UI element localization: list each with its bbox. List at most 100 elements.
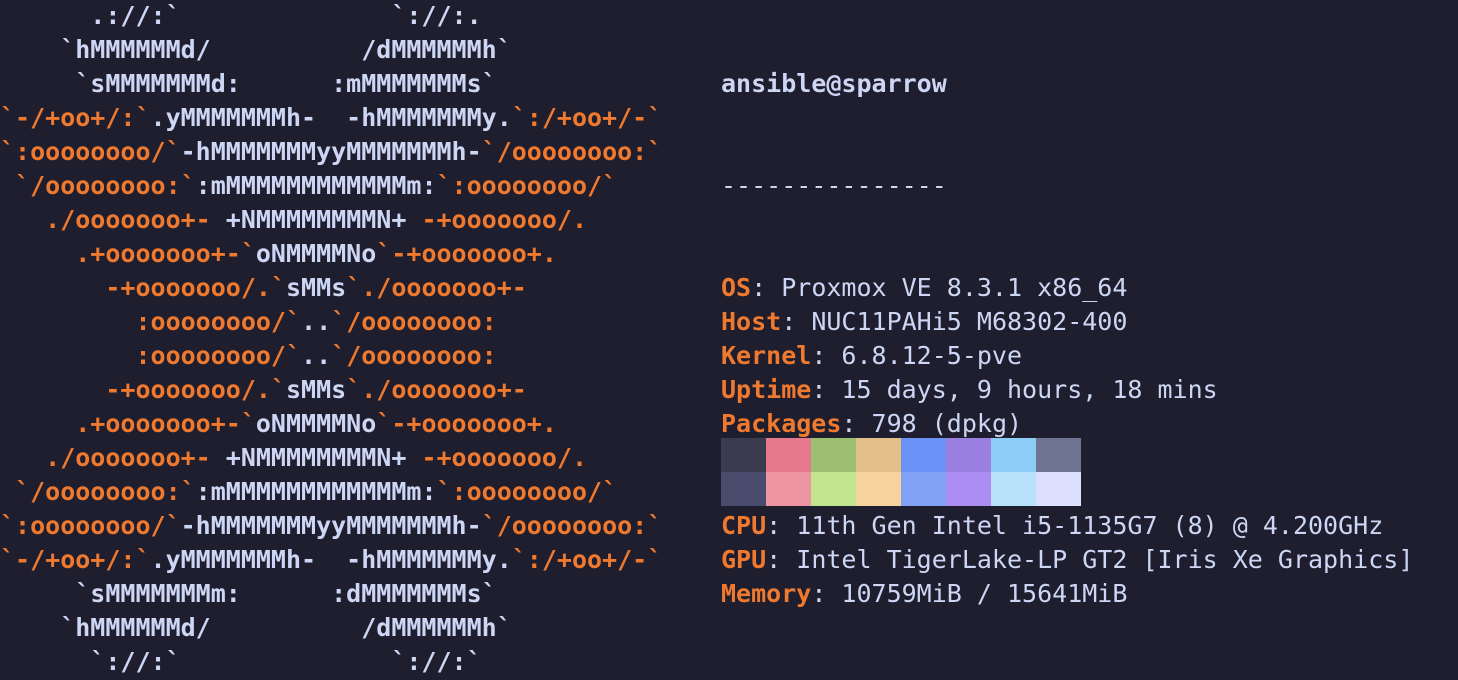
logo-line: ./ooooooo+- +NMMMMMMMMN+ -+ooooooo/.: [0, 203, 700, 237]
logo-segment: ./ooooooo+-: [0, 443, 226, 472]
logo-segment: `sMMMMMMMm: :dMMMMMMMs`: [0, 579, 497, 608]
logo-line: `-/+oo+/:`.yMMMMMMMh- -hMMMMMMMy.`:/+oo+…: [0, 543, 700, 577]
logo-line: `sMMMMMMMm: :dMMMMMMMs`: [0, 577, 700, 611]
info-value: NUC11PAHi5 M68302-400: [811, 307, 1128, 336]
logo-line: ./ooooooo+- +NMMMMMMMMN+ -+ooooooo/.: [0, 441, 700, 475]
logo-segment: `/oooooooo:`: [0, 477, 196, 506]
logo-segment: :oooooooo/`: [0, 341, 302, 370]
logo-segment: `:/+oo+/-`: [511, 103, 663, 132]
logo-segment: :mMMMMMMMMMMMMm:: [195, 477, 437, 506]
terminal-window[interactable]: .://:` `://:. `hMMMMMMd/ /dMMMMMMh` `sMM…: [0, 0, 1458, 680]
color-swatch: [901, 438, 946, 472]
logo-segment: sMMs: [285, 273, 347, 302]
separator: ---------------: [721, 171, 947, 200]
color-swatch: [766, 472, 811, 506]
logo-segment: sMMs: [285, 375, 347, 404]
info-value: 15 days, 9 hours, 18 mins: [841, 375, 1218, 404]
color-swatch: [1036, 472, 1081, 506]
logo-segment: ..: [301, 307, 332, 336]
logo-line: `/oooooooo:`:mMMMMMMMMMMMMm:`:oooooooo/`: [0, 475, 700, 509]
info-key: OS: [721, 273, 752, 302]
distro-ascii-logo: .://:` `://:. `hMMMMMMd/ /dMMMMMMh` `sMM…: [0, 0, 700, 679]
info-key: Uptime: [721, 375, 812, 404]
logo-line: .://:` `://:.: [0, 0, 700, 33]
info-colon: :: [766, 545, 797, 574]
logo-segment: `sMMMMMMMd: :mMMMMMMMs`: [0, 69, 497, 98]
logo-segment: +NMMMMMMMMN+: [225, 205, 407, 234]
color-swatch: [991, 438, 1036, 472]
info-value: Proxmox VE 8.3.1 x86_64: [781, 273, 1128, 302]
info-row-memory: Memory: 10759MiB / 15641MiB: [721, 577, 1441, 611]
logo-segment: `/oooooooo:: [331, 341, 497, 370]
logo-segment: `/oooooooo:`: [0, 171, 196, 200]
color-palette: [721, 438, 1081, 506]
palette-row-normal: [721, 438, 1081, 472]
info-value: Intel TigerLake-LP GT2 [Iris Xe Graphics…: [796, 545, 1414, 574]
color-swatch: [946, 472, 991, 506]
logo-segment: .+ooooooo+-`: [0, 409, 256, 438]
logo-segment: `/oooooooo:`: [481, 511, 663, 540]
info-row-os: OS: Proxmox VE 8.3.1 x86_64: [721, 271, 1441, 305]
logo-segment: oNMMMMNo: [255, 239, 377, 268]
palette-row-bright: [721, 472, 1081, 506]
logo-line: `://:` `://:`: [0, 645, 700, 679]
info-row-uptime: Uptime: 15 days, 9 hours, 18 mins: [721, 373, 1441, 407]
logo-line: `:oooooooo/`-hMMMMMMMyyMMMMMMMh-`/oooooo…: [0, 509, 700, 543]
color-swatch: [946, 438, 991, 472]
logo-segment: `:oooooooo/`: [0, 511, 181, 540]
info-row-kernel: Kernel: 6.8.12-5-pve: [721, 339, 1441, 373]
logo-segment: -+ooooooo/.`: [0, 375, 286, 404]
logo-segment: .+ooooooo+-`: [0, 239, 256, 268]
logo-line: `hMMMMMMd/ /dMMMMMMh`: [0, 33, 700, 67]
info-key: CPU: [721, 511, 767, 540]
logo-segment: .yMMMMMMMh- -hMMMMMMMy.: [150, 545, 512, 574]
logo-segment: .://:` `://:.: [0, 1, 482, 30]
color-swatch: [811, 438, 856, 472]
logo-line: .+ooooooo+-`oNMMMMNo`-+ooooooo+.: [0, 237, 700, 271]
info-colon: :: [811, 579, 842, 608]
logo-line: `hMMMMMMd/ /dMMMMMMh`: [0, 611, 700, 645]
user-host-line: ansible@sparrow: [721, 67, 1441, 101]
logo-segment: -+ooooooo/.: [406, 205, 588, 234]
info-key: Host: [721, 307, 782, 336]
info-value: 798 (dpkg): [871, 409, 1023, 438]
logo-line: `/oooooooo:`:mMMMMMMMMMMMMm:`:oooooooo/`: [0, 169, 700, 203]
logo-segment: `./ooooooo+-: [346, 273, 527, 302]
logo-segment: `:oooooooo/`: [436, 171, 618, 200]
logo-segment: :oooooooo/`: [0, 307, 302, 336]
logo-segment: :mMMMMMMMMMMMMm:: [195, 171, 437, 200]
logo-segment: .yMMMMMMMh- -hMMMMMMMy.: [150, 103, 512, 132]
logo-segment: ..: [301, 341, 332, 370]
logo-segment: -hMMMMMMMyyMMMMMMMh-: [180, 137, 482, 166]
logo-segment: -+ooooooo/.`: [0, 273, 286, 302]
logo-segment: `://:` `://:`: [0, 647, 482, 676]
color-swatch: [856, 472, 901, 506]
user-host: ansible@sparrow: [721, 69, 947, 98]
info-colon: :: [841, 409, 872, 438]
info-value: 11th Gen Intel i5-1135G7 (8) @ 4.200GHz: [796, 511, 1384, 540]
logo-segment: `:/+oo+/-`: [511, 545, 663, 574]
logo-line: `:oooooooo/`-hMMMMMMMyyMMMMMMMh-`/oooooo…: [0, 135, 700, 169]
color-swatch: [721, 438, 766, 472]
info-row-packages: Packages: 798 (dpkg): [721, 407, 1441, 441]
info-colon: :: [751, 273, 782, 302]
info-row-cpu: CPU: 11th Gen Intel i5-1135G7 (8) @ 4.20…: [721, 509, 1441, 543]
color-swatch: [766, 438, 811, 472]
system-info-panel: ansible@sparrow --------------- OS: Prox…: [721, 0, 1441, 611]
logo-segment: oNMMMMNo: [255, 409, 377, 438]
color-swatch: [811, 472, 856, 506]
info-key: Kernel: [721, 341, 812, 370]
info-key: Packages: [721, 409, 842, 438]
color-swatch: [991, 472, 1036, 506]
logo-segment: `hMMMMMMd/ /dMMMMMMh`: [0, 613, 512, 642]
logo-segment: `-/+oo+/:`: [0, 103, 151, 132]
logo-line: -+ooooooo/.`sMMs`./ooooooo+-: [0, 271, 700, 305]
logo-segment: `/oooooooo:: [331, 307, 497, 336]
logo-line: .+ooooooo+-`oNMMMMNo`-+ooooooo+.: [0, 407, 700, 441]
color-swatch: [901, 472, 946, 506]
logo-line: `-/+oo+/:`.yMMMMMMMh- -hMMMMMMMy.`:/+oo+…: [0, 101, 700, 135]
info-row-gpu: GPU: Intel TigerLake-LP GT2 [Iris Xe Gra…: [721, 543, 1441, 577]
logo-segment: `/oooooooo:`: [481, 137, 663, 166]
logo-line: `sMMMMMMMd: :mMMMMMMMs`: [0, 67, 700, 101]
logo-segment: `hMMMMMMd/ /dMMMMMMh`: [0, 35, 512, 64]
